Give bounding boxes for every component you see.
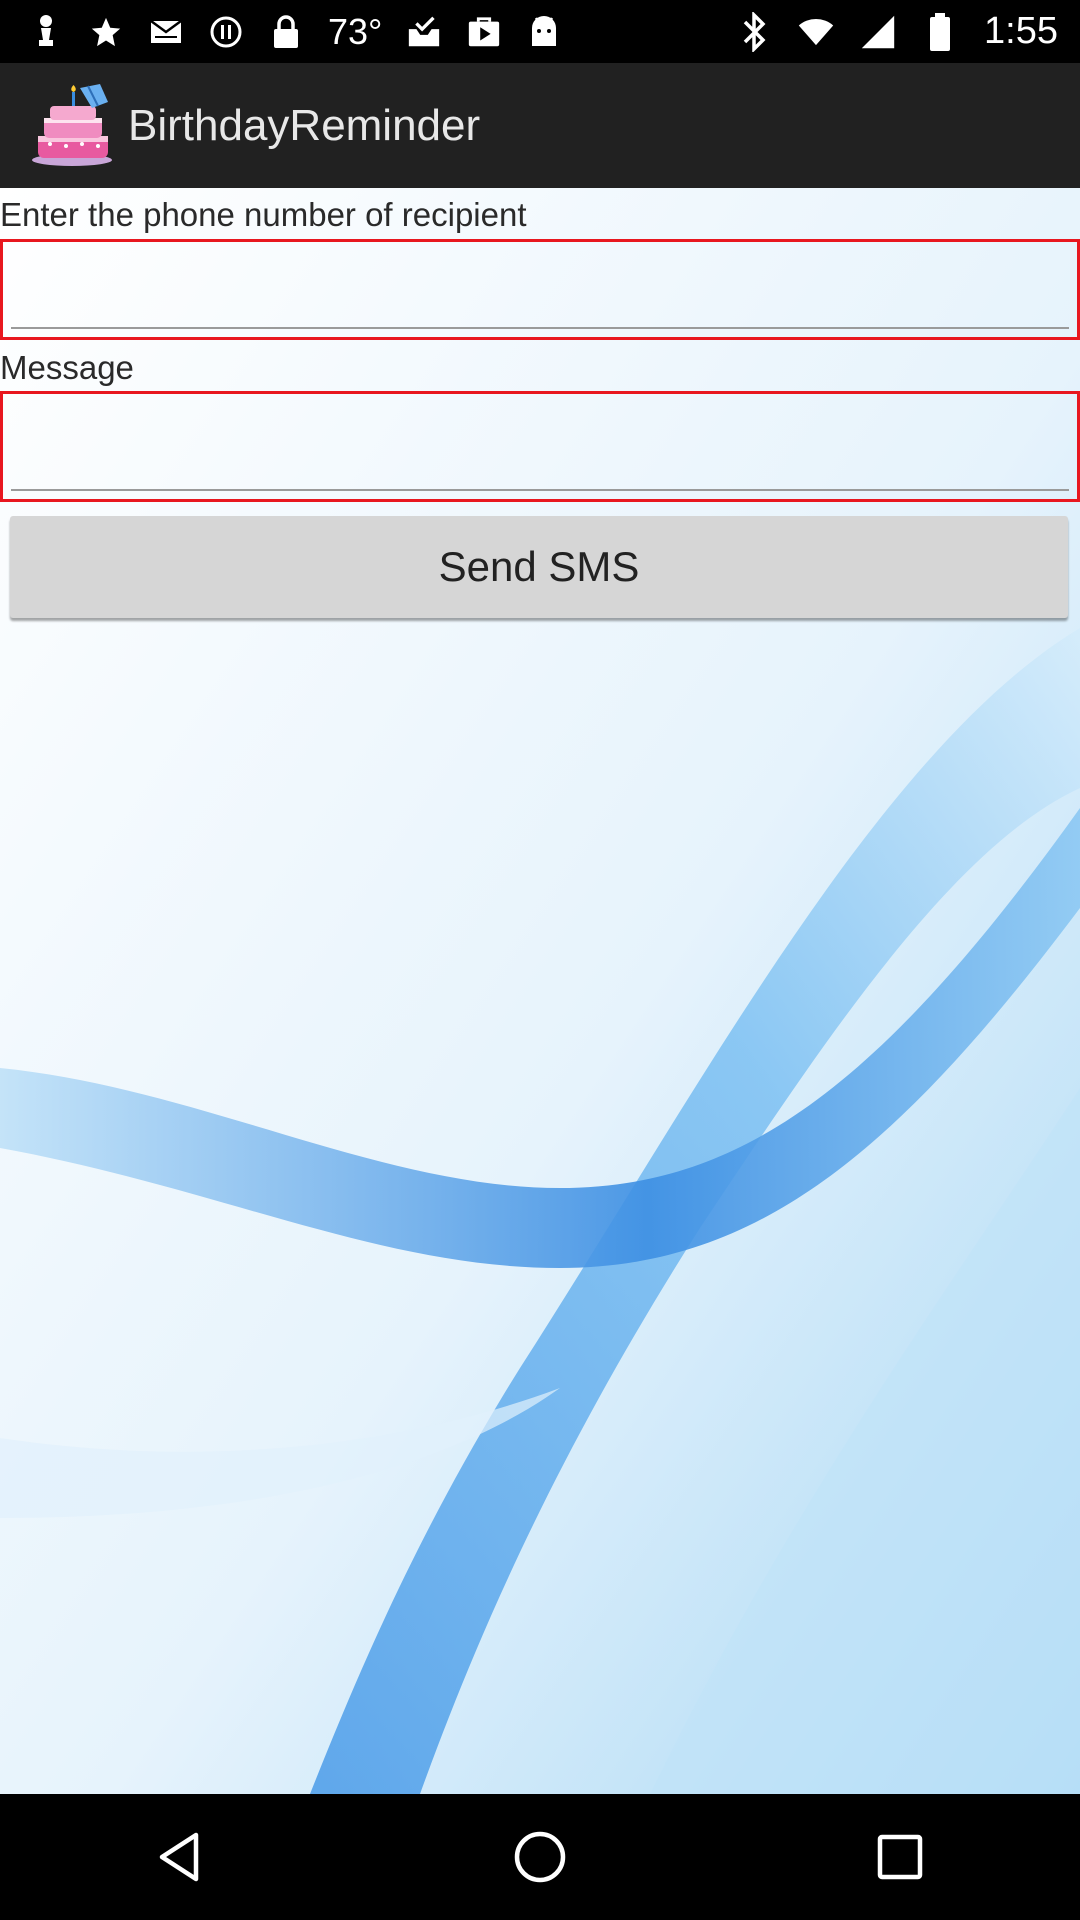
temperature-text: 73° [328,10,383,52]
app-bar: BirthdayReminder [0,63,1080,188]
star-icon [88,14,124,50]
clock: 1:55 [984,10,1058,52]
chess-pawn-icon [28,14,64,50]
status-left-icons: 73° [28,0,562,63]
birthday-cake-icon [32,83,112,166]
mail-icon [148,14,184,50]
status-right-icons: 1:55 [736,0,1058,63]
send-sms-button[interactable]: Send SMS [10,516,1068,618]
message-label: Message [0,349,134,386]
bluetooth-icon [736,11,772,52]
download-tray-icon [406,14,442,50]
lock-icon [268,14,304,50]
recents-icon[interactable] [860,1817,940,1897]
phone-field-frame [0,239,1080,340]
phone-label: Enter the phone number of recipient [0,196,527,233]
wifi-icon [798,14,834,50]
pause-circle-icon [208,14,244,50]
message-input[interactable] [11,449,1069,491]
battery-icon [922,12,958,51]
signal-icon [860,14,896,50]
back-icon[interactable] [140,1817,220,1897]
message-field-frame [0,391,1080,502]
play-store-icon [466,14,502,50]
app-title: BirthdayReminder [128,100,481,150]
phone-number-input[interactable] [11,287,1069,329]
home-icon[interactable] [500,1817,580,1897]
navigation-bar [0,1794,1080,1920]
android-icon [526,14,562,50]
main-content: Enter the phone number of recipient Mess… [0,188,1080,1794]
status-bar: 73° 1:55 [0,0,1080,63]
